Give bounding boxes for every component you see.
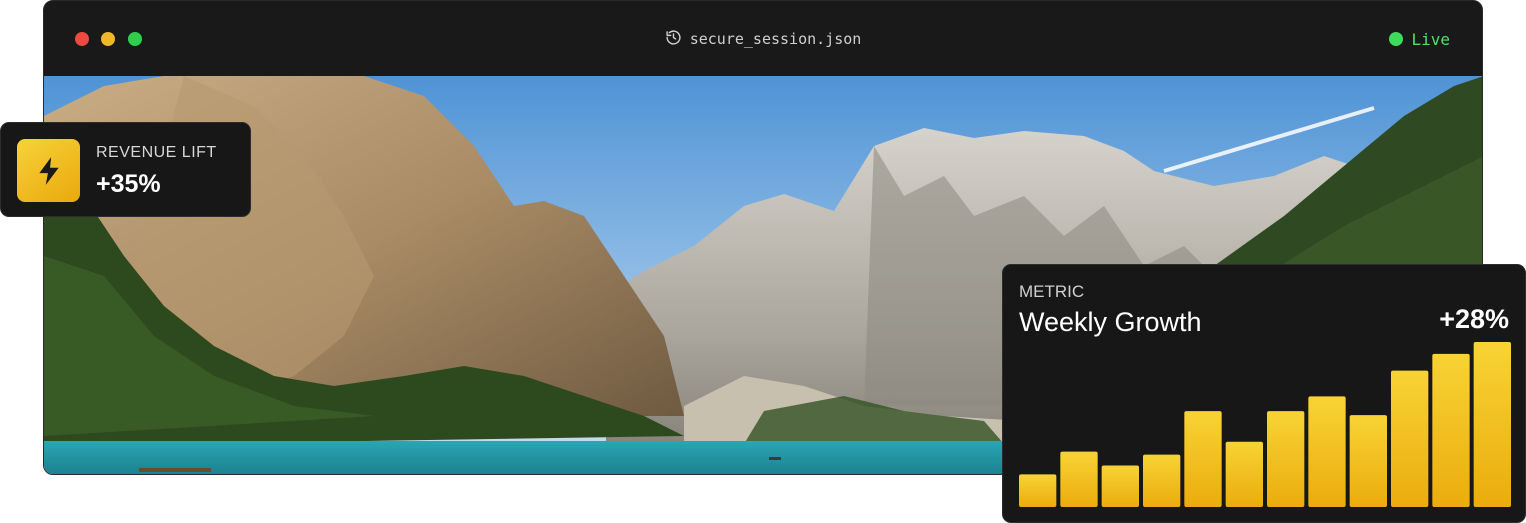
bar-10 xyxy=(1391,370,1429,507)
bar-2 xyxy=(1060,451,1098,507)
bar-5 xyxy=(1184,411,1222,507)
live-status: Live xyxy=(1389,28,1450,50)
bar-4 xyxy=(1143,454,1181,507)
bar-11 xyxy=(1432,353,1470,507)
revenue-lift-value: +35% xyxy=(96,170,161,198)
revenue-lift-label: REVENUE LIFT xyxy=(96,144,217,161)
title-bar: secure_session.json Live xyxy=(44,1,1482,76)
bar-12 xyxy=(1473,341,1511,507)
bar-8 xyxy=(1308,396,1346,507)
revenue-lift-card: REVENUE LIFT +35% xyxy=(0,122,251,217)
weekly-growth-bar-chart xyxy=(1019,341,1511,507)
bar-3 xyxy=(1101,465,1139,507)
live-status-label: Live xyxy=(1411,29,1450,49)
history-icon xyxy=(665,29,682,50)
live-indicator-dot xyxy=(1389,32,1404,46)
window-title-group: secure_session.json xyxy=(44,28,1482,50)
lightning-bolt-icon xyxy=(17,139,80,202)
weekly-growth-card: METRIC Weekly Growth +28% xyxy=(1002,264,1526,523)
bar-9 xyxy=(1349,415,1387,507)
bar-1 xyxy=(1019,474,1057,507)
bar-6 xyxy=(1225,441,1263,507)
bar-7 xyxy=(1267,411,1305,507)
window-title: secure_session.json xyxy=(689,30,862,48)
